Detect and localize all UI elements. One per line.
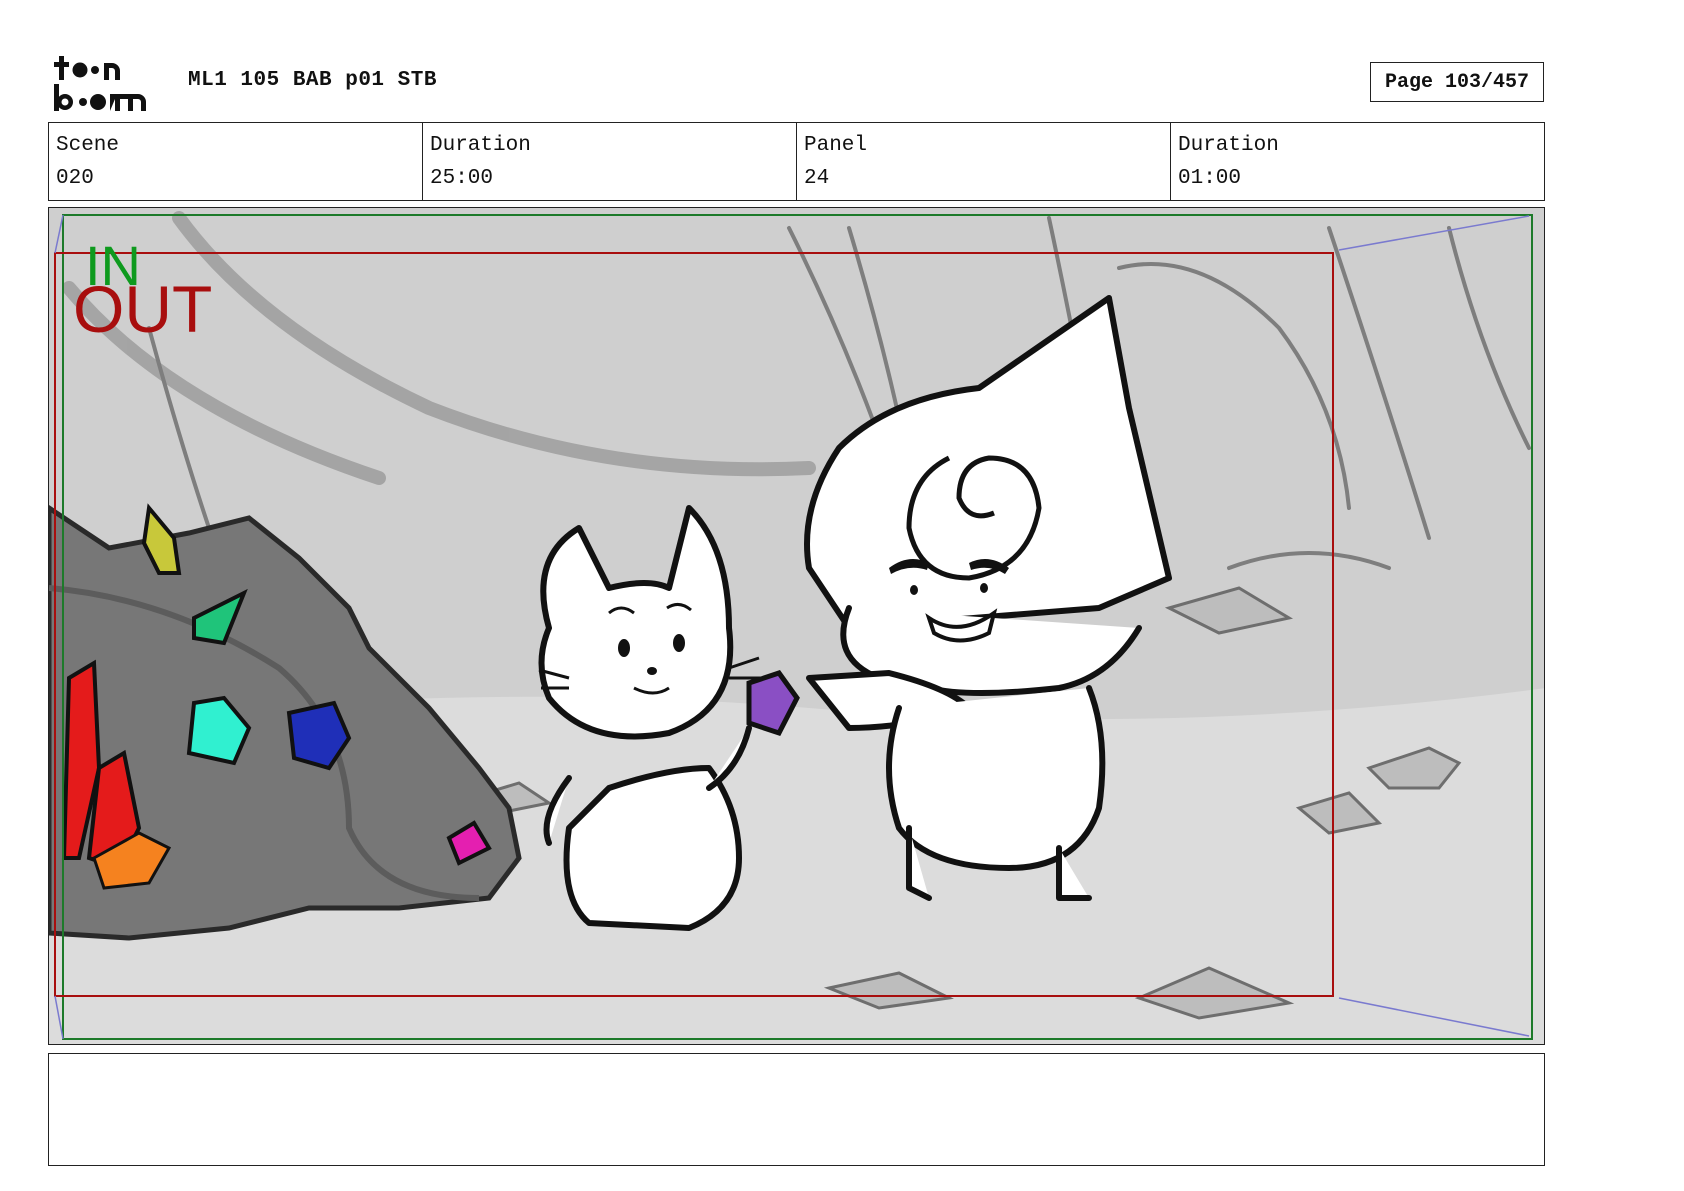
document-title: ML1 105 BAB p01 STB xyxy=(188,69,437,92)
scene-label: Scene xyxy=(56,134,120,157)
panel-notes-box xyxy=(48,1053,1545,1166)
scene-duration-label: Duration xyxy=(430,134,531,157)
panel-duration-value: 01:00 xyxy=(1178,167,1242,190)
page-counter: Page 103/457 xyxy=(1370,62,1544,102)
out-frame-marker: OUT xyxy=(73,272,213,346)
scene-duration-value: 25:00 xyxy=(430,167,494,190)
scene-info-table: Scene 020 Duration 25:00 Panel 24 Durati… xyxy=(48,122,1545,201)
scene-cell: Scene 020 xyxy=(49,123,423,200)
panel-duration-cell: Duration 01:00 xyxy=(1171,123,1544,200)
panel-cell: Panel 24 xyxy=(797,123,1171,200)
panel-drawing xyxy=(49,208,1544,1044)
storyboard-panel-image: IN OUT xyxy=(48,207,1545,1045)
panel-duration-label: Duration xyxy=(1178,134,1279,157)
scene-value: 020 xyxy=(56,167,94,190)
toon-boom-logo xyxy=(52,54,168,112)
panel-label: Panel xyxy=(804,134,868,157)
panel-value: 24 xyxy=(804,167,830,190)
scene-duration-cell: Duration 25:00 xyxy=(423,123,797,200)
